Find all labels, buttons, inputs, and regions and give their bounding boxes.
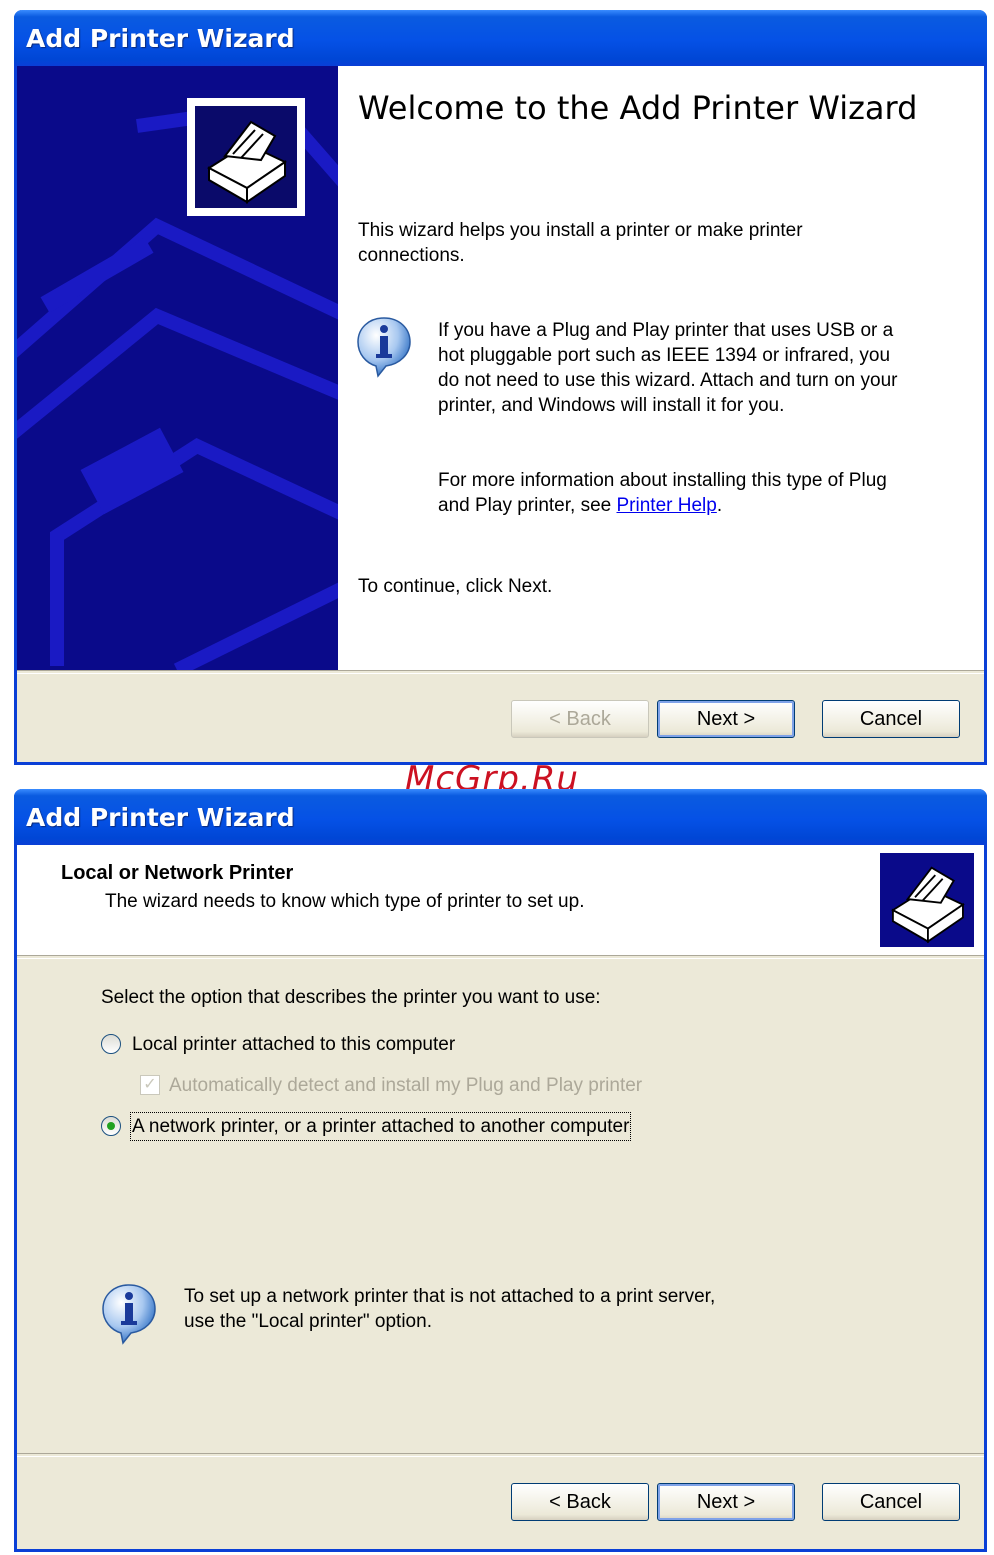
button-separator [17,1453,984,1457]
back-button[interactable]: < Back [511,1483,649,1521]
printer-help-link[interactable]: Printer Help [617,495,717,516]
cancel-button[interactable]: Cancel [822,700,960,738]
info-text-line1: To set up a network printer that is not … [184,1286,716,1307]
more-info-suffix: . [716,495,723,516]
next-button[interactable]: Next > [657,700,795,738]
back-button[interactable]: < Back [511,700,649,738]
info-text: If you have a Plug and Play printer that… [438,320,898,416]
header-subtitle: The wizard needs to know which type of p… [105,891,585,912]
window-title: Add Printer Wizard [14,10,987,66]
window-title: Add Printer Wizard [14,789,987,845]
cancel-button[interactable]: Cancel [822,1483,960,1521]
add-printer-wizard-welcome-window: Add Printer Wizard Welcome to the Add Pr… [14,10,987,765]
auto-detect-label[interactable]: Automatically detect and install my Plug… [169,1073,642,1098]
page-title: Welcome to the Add Printer Wizard [358,89,918,127]
auto-detect-checkbox[interactable]: ✓ [140,1075,160,1095]
header-title: Local or Network Printer [61,862,294,884]
header-separator [17,955,984,959]
printer-icon [880,853,974,947]
more-info-text: For more information about installing th… [438,468,908,518]
printer-icon [187,98,305,216]
prompt-text: Select the option that describes the pri… [101,987,601,1008]
next-button[interactable]: Next > [657,1483,795,1521]
local-printer-label[interactable]: Local printer attached to this computer [132,1032,455,1057]
wizard-header: Local or Network Printer The wizard need… [17,845,984,955]
info-text-line2: use the "Local printer" option. [184,1311,432,1332]
wizard-banner [17,66,338,670]
button-separator [17,670,984,674]
network-printer-label[interactable]: A network printer, or a printer attached… [129,1112,632,1141]
continue-text: To continue, click Next. [358,576,553,597]
info-icon [357,317,411,378]
wizard-content-pane: Welcome to the Add Printer Wizard This w… [338,66,984,670]
add-printer-wizard-type-window: Add Printer Wizard Local or Network Prin… [14,789,987,1552]
intro-text: This wizard helps you install a printer … [358,220,803,266]
network-printer-radio[interactable] [101,1116,121,1136]
info-icon [102,1284,156,1345]
local-printer-radio[interactable] [101,1034,121,1054]
